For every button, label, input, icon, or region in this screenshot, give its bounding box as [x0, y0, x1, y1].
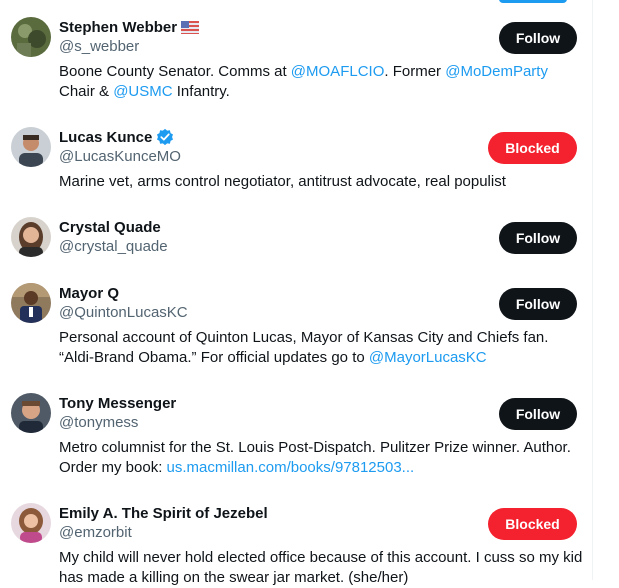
column-divider — [592, 0, 593, 580]
user-handle[interactable]: @s_webber — [59, 38, 139, 55]
avatar[interactable] — [11, 503, 51, 543]
bio-link[interactable]: @MayorLucasKC — [369, 349, 487, 366]
name-row: Lucas Kunce — [59, 126, 174, 148]
display-name[interactable]: Lucas Kunce — [59, 129, 152, 146]
bio-link[interactable]: @USMC — [113, 83, 172, 100]
avatar[interactable] — [11, 17, 51, 57]
bio-text: Boone County Senator. Comms at — [59, 63, 291, 80]
name-row: Stephen Webber — [59, 16, 200, 38]
blocked-button[interactable]: Blocked — [488, 508, 577, 540]
user-cell[interactable]: Crystal Quade @crystal_quade Follow — [0, 200, 592, 266]
bio-text: Chair & — [59, 83, 114, 100]
us-flag-icon — [181, 20, 200, 34]
display-name[interactable]: Emily A. The Spirit of Jezebel — [59, 505, 268, 522]
display-name[interactable]: Crystal Quade — [59, 219, 161, 236]
user-bio: My child will never hold elected office … — [59, 548, 584, 588]
user-handle[interactable]: @crystal_quade — [59, 238, 168, 255]
bio-text: My child will never hold elected office … — [59, 549, 583, 586]
verified-badge-icon — [157, 128, 174, 146]
user-cell[interactable]: Emily A. The Spirit of Jezebel @emzorbit… — [0, 496, 592, 586]
bio-text: . Former — [384, 63, 446, 80]
user-cell[interactable]: Tony Messenger @tonymess Metro columnist… — [0, 386, 592, 496]
bio-link[interactable]: us.macmillan.com/books/97812503... — [167, 459, 415, 476]
user-cell[interactable]: Mayor Q @QuintonLucasKC Personal account… — [0, 276, 592, 386]
user-handle[interactable]: @emzorbit — [59, 524, 132, 541]
name-row: Mayor Q — [59, 282, 119, 304]
follow-button[interactable]: Follow — [499, 222, 577, 254]
display-name[interactable]: Mayor Q — [59, 285, 119, 302]
avatar[interactable] — [11, 283, 51, 323]
user-bio: Personal account of Quinton Lucas, Mayor… — [59, 328, 584, 368]
blocked-button[interactable]: Blocked — [488, 132, 577, 164]
name-row: Emily A. The Spirit of Jezebel — [59, 502, 268, 524]
bio-link[interactable]: @MoDemParty — [445, 63, 548, 80]
user-handle[interactable]: @tonymess — [59, 414, 138, 431]
bio-text: Infantry. — [172, 83, 230, 100]
bio-link[interactable]: @MOAFLCIO — [291, 63, 385, 80]
user-bio: Boone County Senator. Comms at @MOAFLCIO… — [59, 62, 584, 102]
user-cell[interactable]: Lucas Kunce @LucasKunceMO Marine vet, ar… — [0, 110, 592, 200]
user-handle[interactable]: @QuintonLucasKC — [59, 304, 188, 321]
bio-text: Marine vet, arms control negotiator, ant… — [59, 173, 506, 190]
user-bio: Marine vet, arms control negotiator, ant… — [59, 172, 584, 192]
user-cell[interactable]: Stephen Webber @s_webber Boone County Se… — [0, 0, 592, 110]
user-handle[interactable]: @LucasKunceMO — [59, 148, 181, 165]
name-row: Tony Messenger — [59, 392, 176, 414]
follow-button[interactable]: Follow — [499, 22, 577, 54]
avatar[interactable] — [11, 393, 51, 433]
display-name[interactable]: Stephen Webber — [59, 19, 177, 36]
follow-button[interactable]: Follow — [499, 398, 577, 430]
display-name[interactable]: Tony Messenger — [59, 395, 176, 412]
avatar[interactable] — [11, 217, 51, 257]
follow-button[interactable]: Follow — [499, 288, 577, 320]
name-row: Crystal Quade — [59, 216, 161, 238]
user-bio: Metro columnist for the St. Louis Post-D… — [59, 438, 584, 478]
avatar[interactable] — [11, 127, 51, 167]
